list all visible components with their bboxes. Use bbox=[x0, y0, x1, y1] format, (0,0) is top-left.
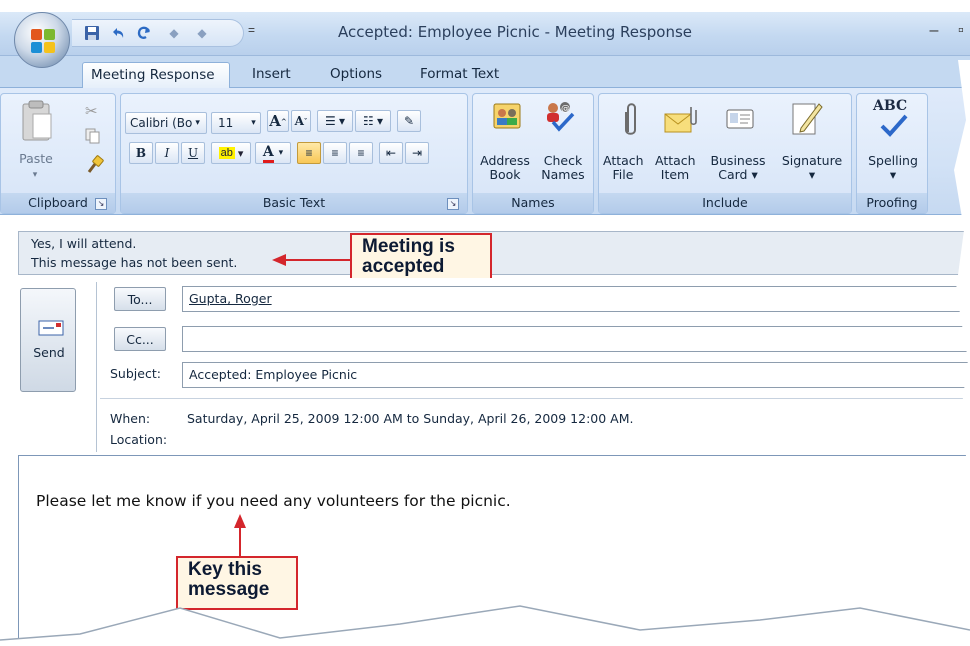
align-center-icon[interactable]: ≡ bbox=[323, 142, 347, 164]
increase-indent-icon[interactable]: ⇥ bbox=[405, 142, 429, 164]
minimize-button[interactable]: – bbox=[924, 22, 944, 42]
include-group-label: Include bbox=[599, 193, 851, 213]
clipboard-group: Paste ▾ ✂ Clipboard ↘ bbox=[0, 93, 116, 214]
signature-button[interactable]: Signature ▾ bbox=[775, 154, 849, 182]
clipboard-launcher-icon[interactable]: ↘ bbox=[95, 198, 107, 210]
names-group-label: Names bbox=[473, 193, 593, 213]
header-separator bbox=[100, 398, 970, 399]
basic-text-group: Calibri (Bo ▾ 11 ▾ A ^ Aˇ ☰ ▾ ☷ ▾ ✎ B I U a… bbox=[120, 93, 468, 214]
address-book-button[interactable]: Address Book bbox=[475, 154, 535, 182]
maximize-button[interactable]: ▫ bbox=[958, 22, 970, 42]
spelling-icon[interactable]: ABC bbox=[871, 98, 915, 142]
proofing-group-label: Proofing bbox=[857, 193, 927, 213]
send-status-text: This message has not been sent. bbox=[31, 255, 238, 270]
align-right-icon[interactable]: ≡ bbox=[349, 142, 373, 164]
check-names-button[interactable]: Check Names bbox=[533, 154, 593, 182]
attach-item-icon[interactable] bbox=[663, 104, 699, 136]
info-bar: Yes, I will attend. This message has not… bbox=[18, 231, 970, 275]
align-left-icon[interactable]: ≡ bbox=[297, 142, 321, 164]
styles-icon[interactable]: ✎ bbox=[397, 110, 421, 132]
address-book-icon[interactable] bbox=[491, 100, 525, 134]
to-field[interactable]: Gupta, Roger bbox=[182, 286, 970, 312]
numbering-icon[interactable]: ☷ ▾ bbox=[355, 110, 391, 132]
attach-item-button[interactable]: Attach Item bbox=[655, 154, 696, 182]
when-label: When: bbox=[110, 411, 151, 426]
bold-button[interactable]: B bbox=[129, 142, 153, 164]
torn-edge-right bbox=[954, 60, 970, 646]
tab-options[interactable]: Options bbox=[322, 62, 390, 88]
underline-button[interactable]: U bbox=[181, 142, 205, 164]
subject-label: Subject: bbox=[110, 366, 161, 381]
cut-icon[interactable]: ✂ bbox=[85, 102, 103, 120]
attach-file-button[interactable]: Attach File bbox=[603, 154, 644, 182]
callout-up-arrow-icon bbox=[234, 514, 246, 558]
font-size-select[interactable]: 11 ▾ bbox=[211, 112, 261, 134]
proofing-group: ABC Spelling ▾ Proofing bbox=[856, 93, 928, 214]
decrease-indent-icon[interactable]: ⇤ bbox=[379, 142, 403, 164]
shrink-font-icon[interactable]: Aˇ bbox=[291, 110, 311, 132]
header-divider bbox=[96, 282, 97, 452]
redo-icon[interactable] bbox=[134, 24, 154, 42]
customize-qat-icon[interactable]: = bbox=[248, 23, 260, 43]
signature-icon[interactable] bbox=[789, 98, 825, 138]
cc-field[interactable] bbox=[182, 326, 970, 352]
when-value: Saturday, April 25, 2009 12:00 AM to Sun… bbox=[187, 411, 634, 426]
basic-text-group-label: Basic Text bbox=[121, 193, 467, 213]
save-icon[interactable] bbox=[82, 24, 102, 42]
callout-arrow-icon bbox=[272, 254, 352, 266]
business-card-icon[interactable] bbox=[723, 102, 757, 136]
basic-text-launcher-icon[interactable]: ↘ bbox=[447, 198, 459, 210]
tab-format-text[interactable]: Format Text bbox=[412, 62, 507, 88]
names-group: @ Address Book Check Names Names bbox=[472, 93, 594, 214]
check-names-icon[interactable]: @ bbox=[541, 98, 577, 134]
tab-meeting-response[interactable]: Meeting Response bbox=[82, 62, 230, 88]
font-color-icon[interactable]: A ▾ bbox=[255, 142, 291, 164]
cc-button[interactable]: Cc... bbox=[114, 327, 166, 351]
paste-icon[interactable] bbox=[19, 100, 59, 144]
send-label: Send bbox=[33, 345, 65, 360]
business-card-button[interactable]: Business Card ▾ bbox=[703, 154, 773, 182]
grow-font-icon[interactable]: A ^ bbox=[267, 110, 289, 132]
font-name-select[interactable]: Calibri (Bo ▾ bbox=[125, 112, 207, 134]
send-icon bbox=[38, 320, 64, 336]
spelling-button[interactable]: Spelling ▾ bbox=[857, 154, 929, 182]
message-body-text[interactable]: Please let me know if you need any volun… bbox=[36, 492, 511, 510]
office-logo-icon bbox=[31, 29, 55, 53]
copy-icon[interactable] bbox=[85, 128, 103, 146]
outlook-meeting-response-window: ◆ ◆ = Accepted: Employee Picnic - Meetin… bbox=[0, 0, 970, 646]
italic-button[interactable]: I bbox=[155, 142, 179, 164]
to-button[interactable]: To... bbox=[114, 287, 166, 311]
down-arrow-icon[interactable]: ◆ bbox=[192, 24, 212, 42]
paste-label[interactable]: Paste bbox=[11, 152, 61, 166]
bullets-icon[interactable]: ☰ ▾ bbox=[317, 110, 353, 132]
location-label: Location: bbox=[110, 432, 168, 447]
subject-field[interactable]: Accepted: Employee Picnic bbox=[182, 362, 970, 388]
office-button[interactable] bbox=[14, 12, 70, 68]
format-painter-icon[interactable] bbox=[85, 154, 105, 174]
svg-text:@: @ bbox=[561, 104, 570, 114]
paste-dropdown-icon[interactable]: ▾ bbox=[29, 168, 41, 182]
highlight-color-icon[interactable]: ab ▾ bbox=[211, 142, 251, 164]
send-button[interactable]: Send bbox=[20, 288, 76, 392]
tab-insert[interactable]: Insert bbox=[244, 62, 299, 88]
torn-edge-bottom bbox=[0, 605, 970, 646]
paperclip-icon[interactable] bbox=[623, 100, 643, 140]
undo-icon[interactable] bbox=[108, 24, 128, 42]
include-group: Attach File Attach Item Business Card ▾ … bbox=[598, 93, 852, 214]
response-status-text: Yes, I will attend. bbox=[31, 236, 137, 251]
window-title: Accepted: Employee Picnic - Meeting Resp… bbox=[338, 23, 693, 41]
up-arrow-icon[interactable]: ◆ bbox=[164, 24, 184, 42]
